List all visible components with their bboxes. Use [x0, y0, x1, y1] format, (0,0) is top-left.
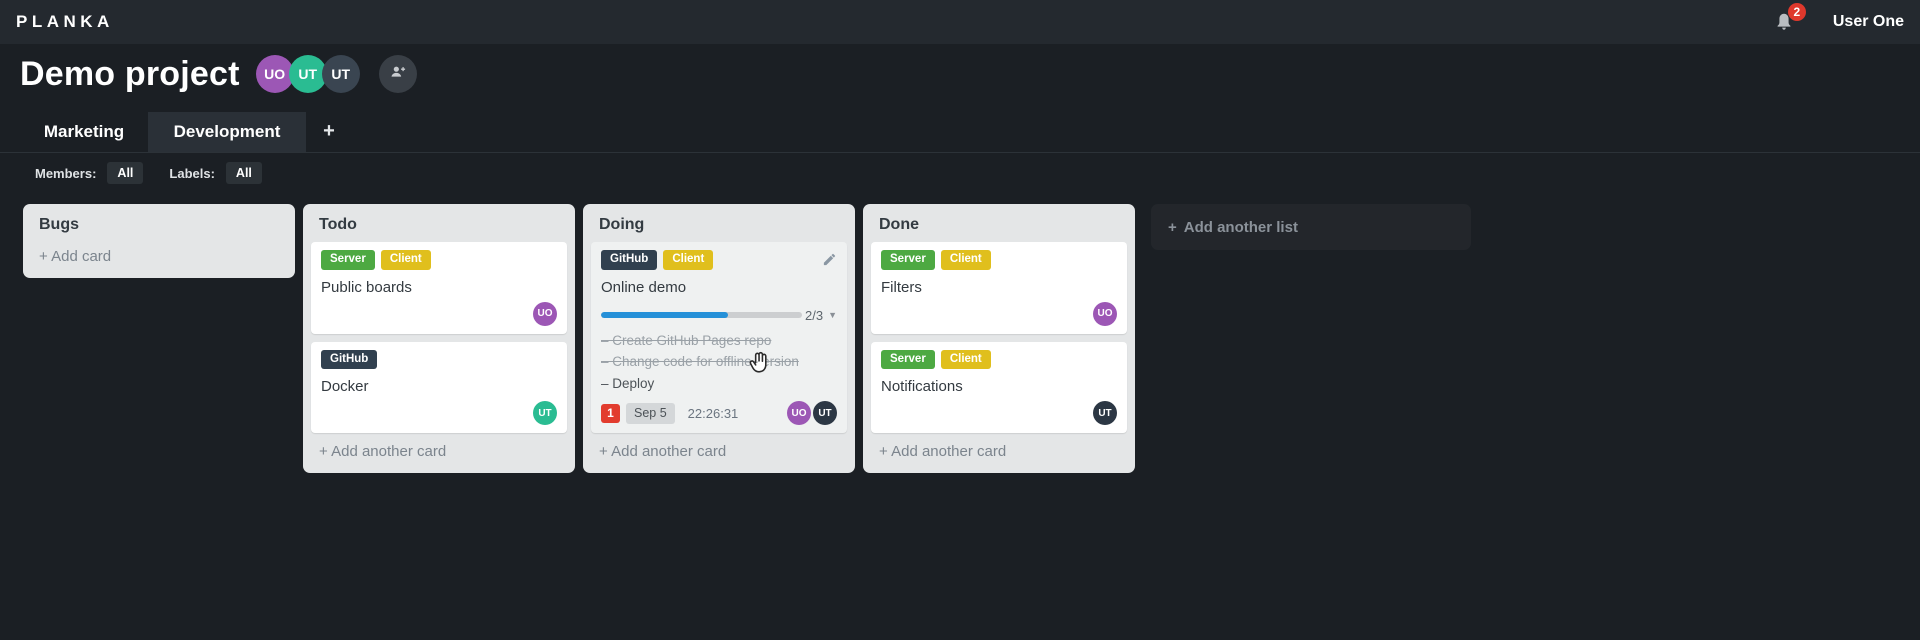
- card-member-avatar: UO: [533, 301, 557, 326]
- edit-card-button[interactable]: [822, 252, 837, 272]
- user-menu[interactable]: User One: [1833, 13, 1904, 31]
- list-done: Done Server Client Filters UO Server Client Not…: [863, 204, 1135, 473]
- top-bar: PLANKA 2 User One: [0, 0, 1920, 44]
- card-label-server: Server: [881, 250, 935, 270]
- members-filter-value[interactable]: All: [107, 162, 144, 184]
- card-members: UO: [881, 296, 1117, 326]
- add-card-button[interactable]: + Add another card: [303, 433, 575, 473]
- card[interactable]: Server Client Filters UO: [871, 242, 1127, 334]
- list-title: Todo: [319, 216, 357, 233]
- card-label-server: Server: [881, 349, 935, 369]
- cards-container: Server Client Public boards UO GitHub Docker U…: [303, 240, 575, 433]
- add-member-button[interactable]: [378, 55, 417, 93]
- members-filter-label: Members:: [35, 165, 97, 181]
- card-members: UT: [881, 395, 1117, 425]
- card-members: UT: [321, 395, 557, 425]
- card-title: Notifications: [881, 378, 963, 395]
- card-member-avatar: UT: [813, 401, 837, 425]
- card-members: UO: [321, 296, 557, 326]
- project-member-avatar[interactable]: UT: [288, 55, 327, 93]
- timer-badge: 22:26:31: [687, 405, 739, 421]
- list-doing: Doing GitHub Client Online demo 2/3 ▼ – Create…: [583, 204, 855, 473]
- plus-icon: +: [1168, 218, 1177, 236]
- card-title: Docker: [321, 378, 369, 395]
- card-labels: Server Client: [881, 250, 1117, 270]
- card-title: Online demo: [601, 278, 687, 296]
- card-member-avatar: UO: [787, 401, 811, 425]
- tab-development[interactable]: Development: [148, 112, 306, 152]
- project-members: UO UT UT: [255, 55, 360, 93]
- task-item: – Change code for offline version: [601, 354, 799, 369]
- labels-filter-label: Labels:: [169, 165, 215, 181]
- card[interactable]: Server Client Notifications UT: [871, 341, 1127, 433]
- card-labels: Server Client: [881, 349, 1117, 369]
- progress-track: [601, 312, 802, 318]
- task-item: – Create GitHub Pages repo: [601, 332, 772, 348]
- add-list-button[interactable]: + Add another list: [1151, 204, 1471, 250]
- pencil-icon: [822, 253, 837, 271]
- card-label-github: GitHub: [321, 349, 378, 369]
- card-members: UO UT: [787, 401, 837, 425]
- tab-marketing[interactable]: Marketing: [20, 112, 148, 152]
- project-member-avatar[interactable]: UO: [255, 55, 294, 93]
- card-title: Filters: [881, 278, 922, 296]
- progress-fill: [601, 312, 728, 318]
- list-todo: Todo Server Client Public boards UO GitHub Doc…: [303, 204, 575, 473]
- add-list-label: Add another list: [1183, 218, 1298, 236]
- planka-logo: PLANKA: [16, 12, 114, 31]
- task-item: – Deploy: [601, 375, 655, 391]
- page-title: Demo project: [20, 54, 240, 93]
- card-labels: Server Client: [321, 250, 557, 270]
- card-member-avatar: UT: [533, 401, 557, 425]
- project-member-avatar[interactable]: UT: [321, 55, 360, 93]
- card[interactable]: GitHub Docker UT: [311, 341, 567, 433]
- add-board-button[interactable]: +: [306, 112, 352, 152]
- board-tabs: Marketing Development +: [0, 112, 1920, 153]
- person-plus-icon: [388, 62, 408, 87]
- list-title: Done: [879, 216, 919, 233]
- card-footer: 1 Sep 5 22:26:31 UO UT: [601, 401, 837, 425]
- add-card-button[interactable]: + Add card: [23, 240, 295, 278]
- list-title: Bugs: [39, 216, 79, 233]
- card-label-client: Client: [663, 250, 714, 270]
- notifications-button[interactable]: 2: [1773, 3, 1806, 34]
- card-label-github: GitHub: [601, 250, 658, 270]
- labels-filter-value[interactable]: All: [225, 162, 262, 184]
- progress-count: 2/3: [805, 307, 824, 323]
- list-bugs: Bugs + Add card: [23, 204, 295, 278]
- card-member-avatar: UO: [1093, 301, 1117, 326]
- cards-container: Server Client Filters UO Server Client Notific…: [863, 240, 1135, 433]
- task-progress: 2/3 ▼: [601, 308, 837, 323]
- cards-container: GitHub Client Online demo 2/3 ▼ – Create GitH…: [583, 240, 855, 433]
- card[interactable]: Server Client Public boards UO: [311, 242, 567, 334]
- chevron-down-icon[interactable]: ▼: [828, 310, 837, 320]
- card-labels: GitHub Client: [601, 250, 837, 270]
- filter-bar: Members: All Labels: All: [35, 162, 262, 184]
- tab-list: Marketing Development: [20, 112, 306, 152]
- card-labels: GitHub: [321, 349, 557, 369]
- card-label-client: Client: [940, 250, 991, 270]
- card-label-client: Client: [940, 349, 991, 369]
- card-title: Public boards: [321, 278, 412, 296]
- card-notification-badge: 1: [601, 403, 620, 423]
- add-card-button[interactable]: + Add another card: [583, 433, 855, 473]
- project-header: Demo project UO UT UT: [20, 48, 417, 100]
- card[interactable]: GitHub Client Online demo 2/3 ▼ – Create GitH…: [591, 242, 847, 433]
- add-card-button[interactable]: + Add another card: [863, 433, 1135, 473]
- notification-count-badge: 2: [1787, 3, 1806, 21]
- task-list: – Create GitHub Pages repo – Change code …: [601, 330, 837, 395]
- board-lists: Bugs + Add card Todo Server Client Public boa…: [23, 204, 1471, 473]
- card-label-server: Server: [321, 250, 375, 270]
- card-label-client: Client: [380, 250, 431, 270]
- topbar-right: 2 User One: [1773, 3, 1904, 34]
- due-date-badge: Sep 5: [626, 402, 675, 424]
- list-title: Doing: [599, 216, 645, 233]
- card-member-avatar: UT: [1093, 401, 1117, 425]
